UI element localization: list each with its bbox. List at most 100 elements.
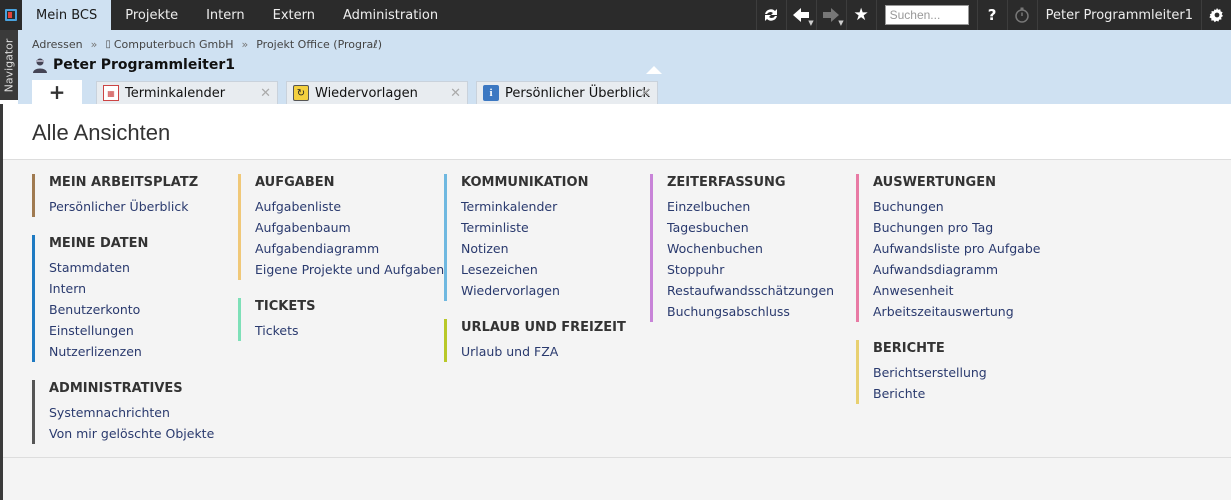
view-link[interactable]: Arbeitszeitauswertung: [873, 301, 1062, 322]
view-link[interactable]: Tagesbuchen: [667, 217, 856, 238]
view-link[interactable]: Wochenbuchen: [667, 238, 856, 259]
nav-tab-administration[interactable]: Administration: [329, 0, 452, 30]
top-navigation-bar: Mein BCS Projekte Intern Extern Administ…: [0, 0, 1231, 30]
nav-tab-mein-bcs[interactable]: Mein BCS: [22, 0, 112, 30]
info-icon: i: [483, 85, 499, 101]
view-link[interactable]: Buchungsabschluss: [667, 301, 856, 322]
view-link[interactable]: Aufgabendiagramm: [255, 238, 444, 259]
gear-icon[interactable]: [1201, 0, 1231, 30]
view-link[interactable]: Systemnachrichten: [49, 402, 238, 423]
views-column: AUFGABEN Aufgabenliste Aufgabenbaum Aufgabe…: [238, 174, 444, 462]
view-link[interactable]: Terminliste: [461, 217, 650, 238]
page-header: Adressen » ▯ Computerbuch GmbH » Projekt…: [18, 30, 1231, 104]
main-content: Alle Ansichten MEIN ARBEITSPLATZ Persönli…: [0, 104, 1231, 500]
star-icon[interactable]: ★: [845, 0, 876, 30]
view-group: MEIN ARBEITSPLATZ Persönlicher Überblick: [32, 174, 238, 217]
view-link[interactable]: Wiedervorlagen: [461, 280, 650, 301]
refresh-icon[interactable]: [755, 0, 786, 30]
view-link[interactable]: Notizen: [461, 238, 650, 259]
view-link[interactable]: Stammdaten: [49, 257, 238, 278]
view-link[interactable]: Terminkalender: [461, 196, 650, 217]
view-group: URLAUB UND FREIZEIT Urlaub und FZA: [444, 319, 650, 362]
page-title: Alle Ansichten: [32, 120, 171, 145]
view-group-title: MEINE DATEN: [49, 236, 149, 251]
help-icon[interactable]: ?: [976, 0, 1007, 30]
view-group: ZEITERFASSUNG Einzelbuchen Tagesbuchen Woch…: [650, 174, 856, 322]
view-link[interactable]: Intern: [49, 278, 238, 299]
view-link[interactable]: Buchungen pro Tag: [873, 217, 1062, 238]
search-box: [875, 0, 977, 30]
back-icon[interactable]: ▼: [785, 0, 816, 30]
tab-label: Persönlicher Überblick: [505, 85, 651, 101]
view-link[interactable]: Anwesenheit: [873, 280, 1062, 301]
user-menu[interactable]: Peter Programmleiter1: [1036, 0, 1201, 30]
forward-dropdown-caret[interactable]: ▼: [838, 19, 843, 27]
breadcrumb-adressen[interactable]: Adressen: [32, 38, 83, 51]
resubmission-icon: ↻: [293, 85, 309, 101]
view-link[interactable]: Urlaub und FZA: [461, 341, 650, 362]
view-link[interactable]: Lesezeichen: [461, 259, 650, 280]
view-link[interactable]: Stoppuhr: [667, 259, 856, 280]
document-icon: ▯: [105, 39, 111, 50]
app-logo-icon[interactable]: [0, 0, 22, 30]
tab-wiedervorlagen[interactable]: ↻ Wiedervorlagen ✕: [286, 81, 468, 104]
add-tab-button[interactable]: +: [32, 80, 82, 104]
view-group: MEINE DATEN Stammdaten Intern Benutzerkonto…: [32, 235, 238, 362]
view-group: AUSWERTUNGEN Buchungen Buchungen pro Tag Au…: [856, 174, 1062, 322]
view-link[interactable]: Aufwandsliste pro Aufgabe: [873, 238, 1062, 259]
nav-tab-intern[interactable]: Intern: [192, 0, 259, 30]
view-link[interactable]: Aufgabenliste: [255, 196, 444, 217]
tab-persoenlicher-ueberblick[interactable]: i Persönlicher Überblick ✕: [476, 81, 658, 104]
view-link[interactable]: Berichte: [873, 383, 1062, 404]
nav-tab-extern[interactable]: Extern: [259, 0, 329, 30]
calendar-icon: ▦: [103, 85, 119, 101]
view-link[interactable]: Nutzerlizenzen: [49, 341, 238, 362]
view-group: BERICHTE Berichtserstellung Berichte: [856, 340, 1062, 404]
view-group-title: ADMINISTRATIVES: [49, 381, 183, 396]
view-group-title: TICKETS: [255, 299, 316, 314]
tab-label: Terminkalender: [125, 85, 226, 101]
view-link[interactable]: Benutzerkonto: [49, 299, 238, 320]
forward-icon[interactable]: ▼: [815, 0, 846, 30]
tab-pointer: [646, 66, 662, 74]
view-link[interactable]: Buchungen: [873, 196, 1062, 217]
view-link[interactable]: Restaufwandsschätzungen: [667, 280, 856, 301]
close-icon[interactable]: ✕: [260, 86, 271, 101]
view-link[interactable]: Eigene Projekte und Aufgaben: [255, 259, 444, 280]
title-area: Alle Ansichten: [3, 104, 1231, 160]
breadcrumb-projekt-office[interactable]: Projekt Office (Prograℓ): [256, 38, 382, 51]
breadcrumb-computerbuch[interactable]: Computerbuch GmbH: [114, 38, 234, 51]
close-icon[interactable]: ✕: [450, 86, 461, 101]
view-group-title: KOMMUNIKATION: [461, 175, 589, 190]
stopwatch-icon[interactable]: [1006, 0, 1037, 30]
view-link[interactable]: Von mir gelöschte Objekte: [49, 423, 238, 444]
person-heading: Peter Programmleiter1: [32, 57, 235, 73]
view-link[interactable]: Einzelbuchen: [667, 196, 856, 217]
view-group-title: MEIN ARBEITSPLATZ: [49, 175, 199, 190]
view-group-title: URLAUB UND FREIZEIT: [461, 320, 626, 335]
tab-terminkalender[interactable]: ▦ Terminkalender ✕: [96, 81, 278, 104]
view-link[interactable]: Aufgabenbaum: [255, 217, 444, 238]
views-column: AUSWERTUNGEN Buchungen Buchungen pro Tag Au…: [856, 174, 1062, 462]
view-link[interactable]: Aufwandsdiagramm: [873, 259, 1062, 280]
search-input[interactable]: [884, 5, 969, 25]
view-link[interactable]: Tickets: [255, 320, 444, 341]
view-link[interactable]: Einstellungen: [49, 320, 238, 341]
views-column: MEIN ARBEITSPLATZ Persönlicher Überblick M…: [32, 174, 238, 462]
view-link[interactable]: Berichtserstellung: [873, 362, 1062, 383]
view-tabs: + ▦ Terminkalender ✕ ↻ Wiedervorlagen ✕ …: [32, 80, 666, 104]
view-group-title: ZEITERFASSUNG: [667, 175, 786, 190]
divider: [3, 457, 1231, 458]
nav-tab-projekte[interactable]: Projekte: [111, 0, 192, 30]
view-group-title: BERICHTE: [873, 341, 945, 356]
navigator-label: Navigator: [2, 38, 16, 92]
person-icon: [33, 58, 47, 73]
back-dropdown-caret[interactable]: ▼: [808, 19, 813, 27]
topbar-tools: ▼ ▼ ★ ? Peter Programmleiter1: [755, 0, 1231, 30]
close-icon[interactable]: ✕: [640, 86, 651, 101]
person-name: Peter Programmleiter1: [53, 57, 235, 73]
view-group-title: AUSWERTUNGEN: [873, 175, 996, 190]
navigator-toggle[interactable]: Navigator: [0, 30, 18, 100]
view-link[interactable]: Persönlicher Überblick: [49, 196, 238, 217]
views-columns: MEIN ARBEITSPLATZ Persönlicher Überblick M…: [32, 174, 1062, 462]
